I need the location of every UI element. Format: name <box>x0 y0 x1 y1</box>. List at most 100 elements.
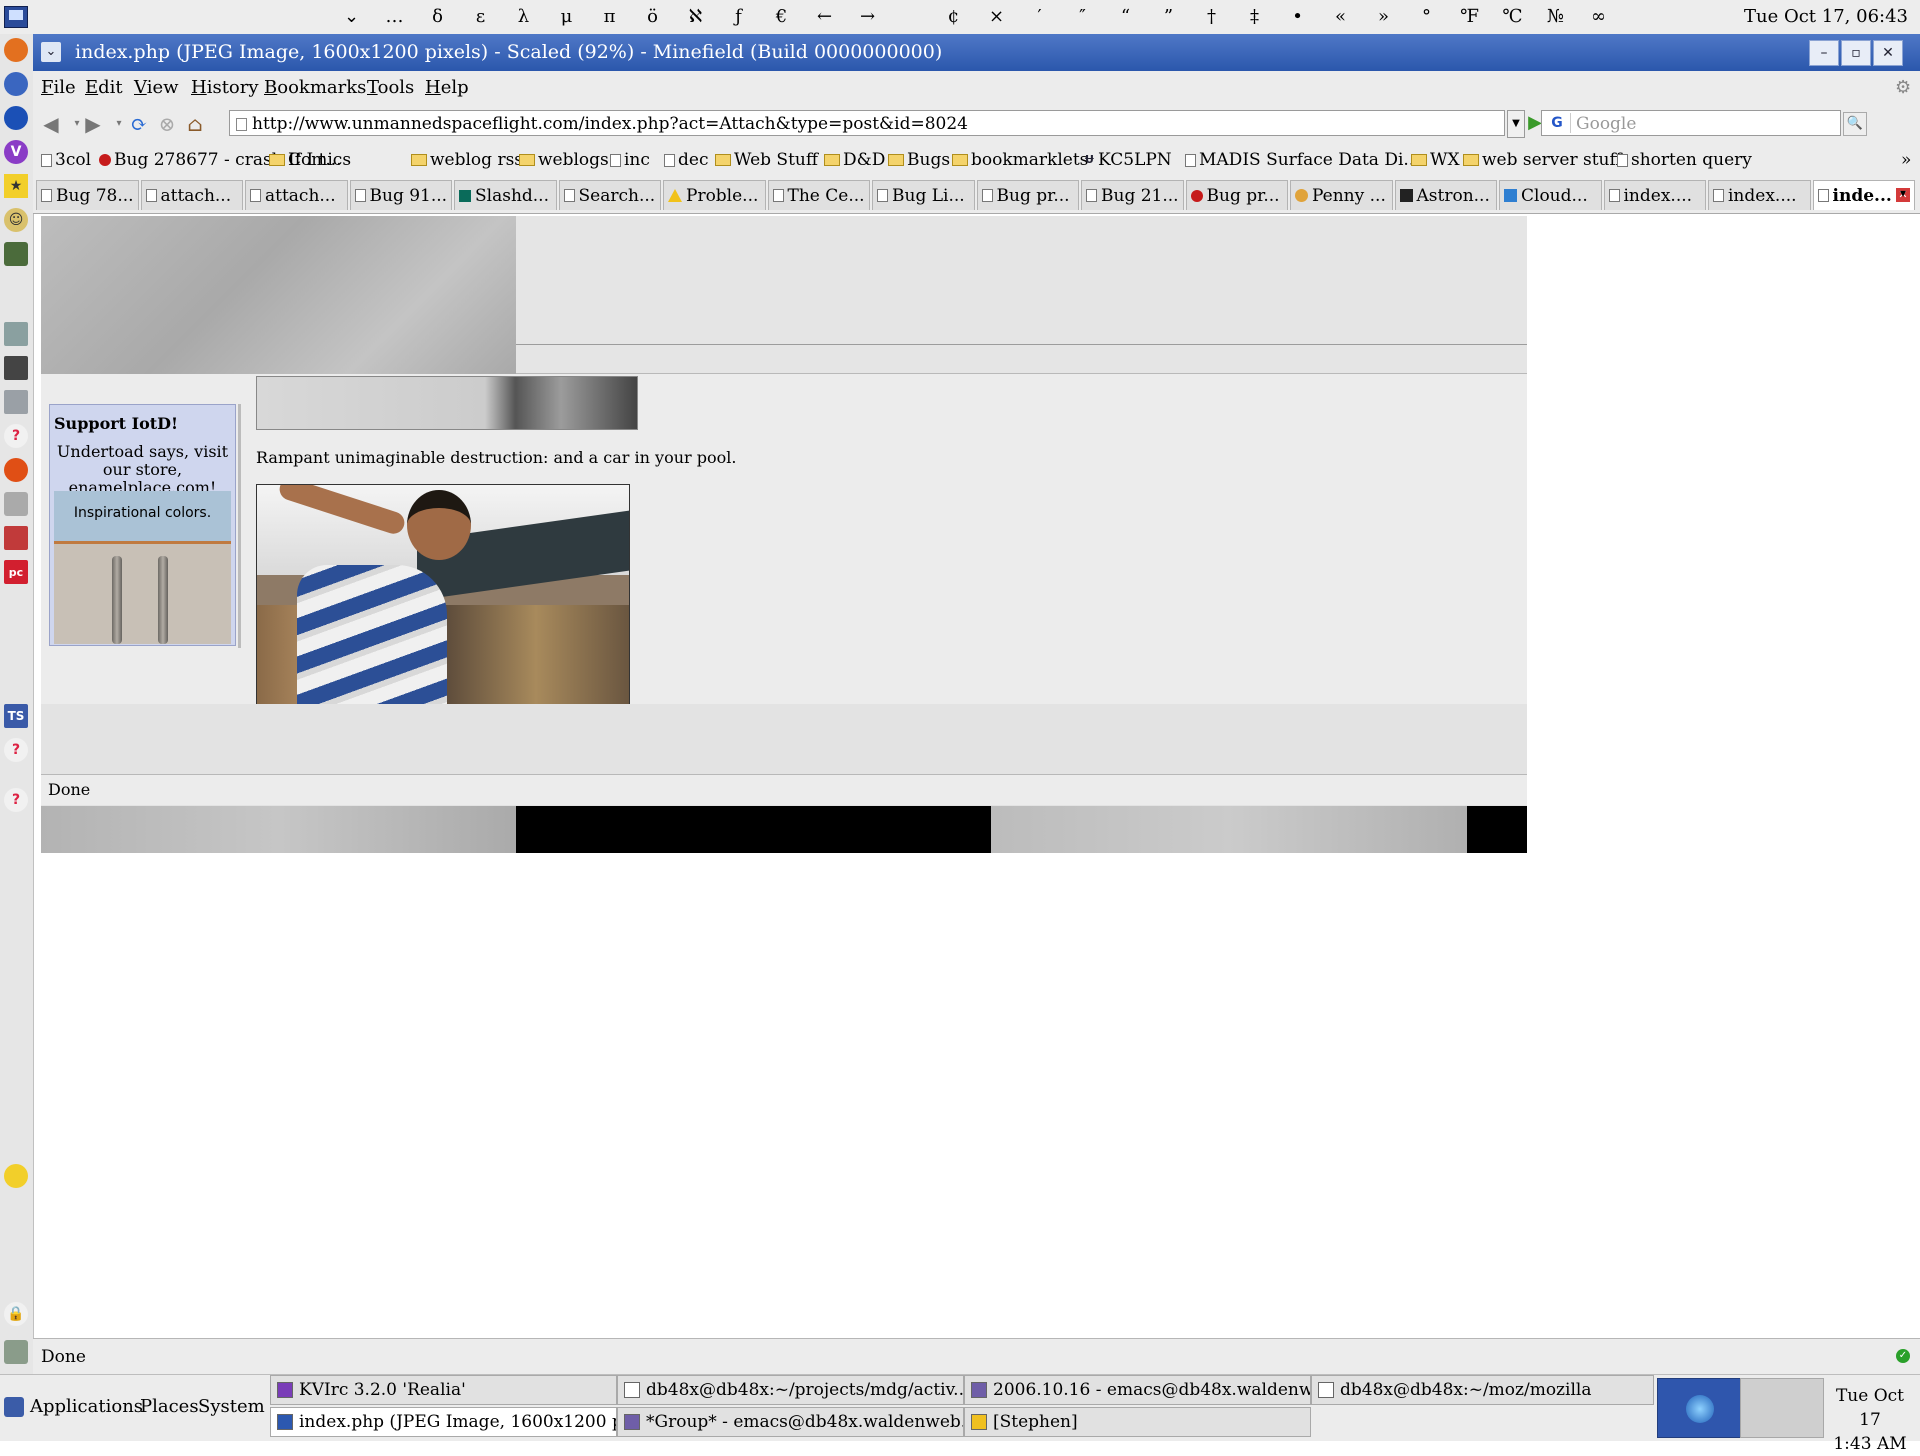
taskbar-button[interactable]: 2006.10.16 - emacs@db48x.waldenweb... <box>964 1375 1311 1405</box>
tab[interactable]: Bug pr... <box>1185 180 1288 210</box>
forward-icon[interactable]: ▶ <box>81 112 105 136</box>
workspace-1[interactable] <box>1657 1378 1741 1438</box>
search-icon[interactable]: 🔍 <box>1843 112 1867 136</box>
char-button[interactable]: δ <box>416 4 459 30</box>
menu-file[interactable]: File <box>41 78 76 98</box>
menu-help[interactable]: Help <box>425 78 469 98</box>
bookmark-item[interactable]: dec <box>664 150 708 170</box>
char-button[interactable]: ‡ <box>1233 4 1276 30</box>
char-button[interactable]: ƒ <box>717 4 760 30</box>
taskbar-button[interactable]: db48x@db48x:~/projects/mdg/activ... <box>617 1375 964 1405</box>
home-icon[interactable]: ⌂ <box>183 112 207 136</box>
tab[interactable]: Proble... <box>663 180 766 210</box>
char-button[interactable]: ∞ <box>1577 4 1620 30</box>
char-button[interactable]: » <box>1362 4 1405 30</box>
notebook-icon[interactable] <box>4 322 28 346</box>
char-button[interactable]: “ <box>1104 4 1147 30</box>
maximize-button[interactable]: ▫ <box>1841 40 1871 66</box>
char-button[interactable]: … <box>373 4 416 30</box>
mail-icon[interactable] <box>4 72 28 96</box>
minimize-button[interactable]: – <box>1809 40 1839 66</box>
char-button[interactable]: π <box>588 4 631 30</box>
char-button[interactable]: ′ <box>1018 4 1061 30</box>
char-button[interactable]: † <box>1190 4 1233 30</box>
pc-icon[interactable]: pc <box>4 560 28 584</box>
light-icon[interactable] <box>4 1164 28 1188</box>
tab[interactable]: Astron... <box>1394 180 1497 210</box>
workspace-2[interactable] <box>1740 1378 1824 1438</box>
menu-edit[interactable]: Edit <box>85 78 123 98</box>
search-engine-icon[interactable]: G <box>1544 113 1571 133</box>
foot-icon[interactable] <box>4 1397 24 1417</box>
taskbar-button[interactable]: index.php (JPEG Image, 1600x1200 pi... <box>270 1407 617 1437</box>
bookmark-item[interactable]: Web Stuff <box>715 150 818 170</box>
char-button[interactable]: × <box>975 4 1018 30</box>
help-icon[interactable]: ? <box>4 424 28 448</box>
bookmark-item[interactable]: WX <box>1411 150 1460 170</box>
stop-icon[interactable]: ⊗ <box>155 112 179 136</box>
places-menu[interactable]: Places <box>140 1397 199 1417</box>
char-button[interactable]: ℵ <box>674 4 717 30</box>
kvirc-icon[interactable]: V <box>4 140 28 164</box>
help-icon-3[interactable]: ? <box>4 788 28 812</box>
bookmark-item[interactable]: 3col <box>41 150 91 170</box>
tab[interactable]: attach... <box>245 180 348 210</box>
menu-bookmarks[interactable]: Bookmarks <box>264 78 366 98</box>
bookmark-item[interactable]: Comics <box>269 150 351 170</box>
char-button[interactable]: ¢ <box>932 4 975 30</box>
bookmark-item[interactable]: bookmarklets <box>952 150 1088 170</box>
tab[interactable]: Bug 78... <box>36 180 139 210</box>
char-button[interactable]: ″ <box>1061 4 1104 30</box>
char-button[interactable]: ⌄ <box>330 4 373 30</box>
terminal-icon[interactable] <box>4 242 28 266</box>
char-button[interactable]: → <box>846 4 889 30</box>
window-menu-button[interactable]: ⌄ <box>41 42 61 62</box>
char-button[interactable]: ℃ <box>1491 4 1534 30</box>
bookmarks-overflow-button[interactable]: » <box>1901 150 1911 170</box>
taskbar-button[interactable]: KVIrc 3.2.0 'Realia' <box>270 1375 617 1405</box>
help-icon-2[interactable]: ? <box>4 738 28 762</box>
ubuntu-icon[interactable] <box>4 458 28 482</box>
ts-icon[interactable]: TS <box>4 704 28 728</box>
char-button[interactable]: № <box>1534 4 1577 30</box>
bookmark-item[interactable]: MADIS Surface Data Di... <box>1185 150 1420 170</box>
bookmark-item[interactable]: inc <box>610 150 650 170</box>
char-button[interactable]: « <box>1319 4 1362 30</box>
char-button[interactable]: λ <box>502 4 545 30</box>
menu-tools[interactable]: Tools <box>367 78 414 98</box>
char-button[interactable] <box>889 4 932 30</box>
tab[interactable]: index.... <box>1603 180 1706 210</box>
window-titlebar[interactable]: ⌄ index.php (JPEG Image, 1600x1200 pixel… <box>33 34 1920 71</box>
char-button[interactable]: ← <box>803 4 846 30</box>
char-button[interactable]: ε <box>459 4 502 30</box>
network-icon[interactable] <box>4 390 28 414</box>
char-button[interactable]: μ <box>545 4 588 30</box>
editor-icon[interactable] <box>4 356 28 380</box>
reload-icon[interactable]: ⟳ <box>127 112 151 136</box>
back-icon[interactable]: ◀ <box>39 112 63 136</box>
bookmark-item[interactable]: web server stuff <box>1463 150 1622 170</box>
char-button[interactable]: ℉ <box>1448 4 1491 30</box>
char-button[interactable]: € <box>760 4 803 30</box>
taskbar-button[interactable]: db48x@db48x:~/moz/mozilla <box>1311 1375 1654 1405</box>
search-input[interactable]: Google <box>1576 111 1636 137</box>
star-icon[interactable]: ★ <box>4 174 28 198</box>
panel-app-icon[interactable] <box>4 6 28 28</box>
bookmark-item[interactable]: D&D <box>824 150 885 170</box>
tab[interactable]: The Ce... <box>767 180 870 210</box>
menu-history[interactable]: History <box>191 78 259 98</box>
char-button[interactable]: ° <box>1405 4 1448 30</box>
char-button[interactable]: ö <box>631 4 674 30</box>
jpeg-image[interactable]: Support IotD! Undertoad says, visit our … <box>41 216 1527 853</box>
tab[interactable]: Search... <box>558 180 661 210</box>
menu-view[interactable]: View <box>134 78 179 98</box>
tab[interactable]: Bug 21... <box>1081 180 1184 210</box>
tab[interactable]: Bug 91... <box>349 180 452 210</box>
url-text[interactable]: http://www.unmannedspaceflight.com/index… <box>252 114 968 134</box>
toggle-icon[interactable] <box>4 492 28 516</box>
url-bar[interactable]: http://www.unmannedspaceflight.com/index… <box>229 110 1505 136</box>
bookmark-item[interactable]: weblog rss <box>411 150 523 170</box>
status-tray-icon[interactable] <box>4 1340 28 1364</box>
tab[interactable]: attach... <box>140 180 243 210</box>
tab[interactable]: Bug Li... <box>872 180 975 210</box>
